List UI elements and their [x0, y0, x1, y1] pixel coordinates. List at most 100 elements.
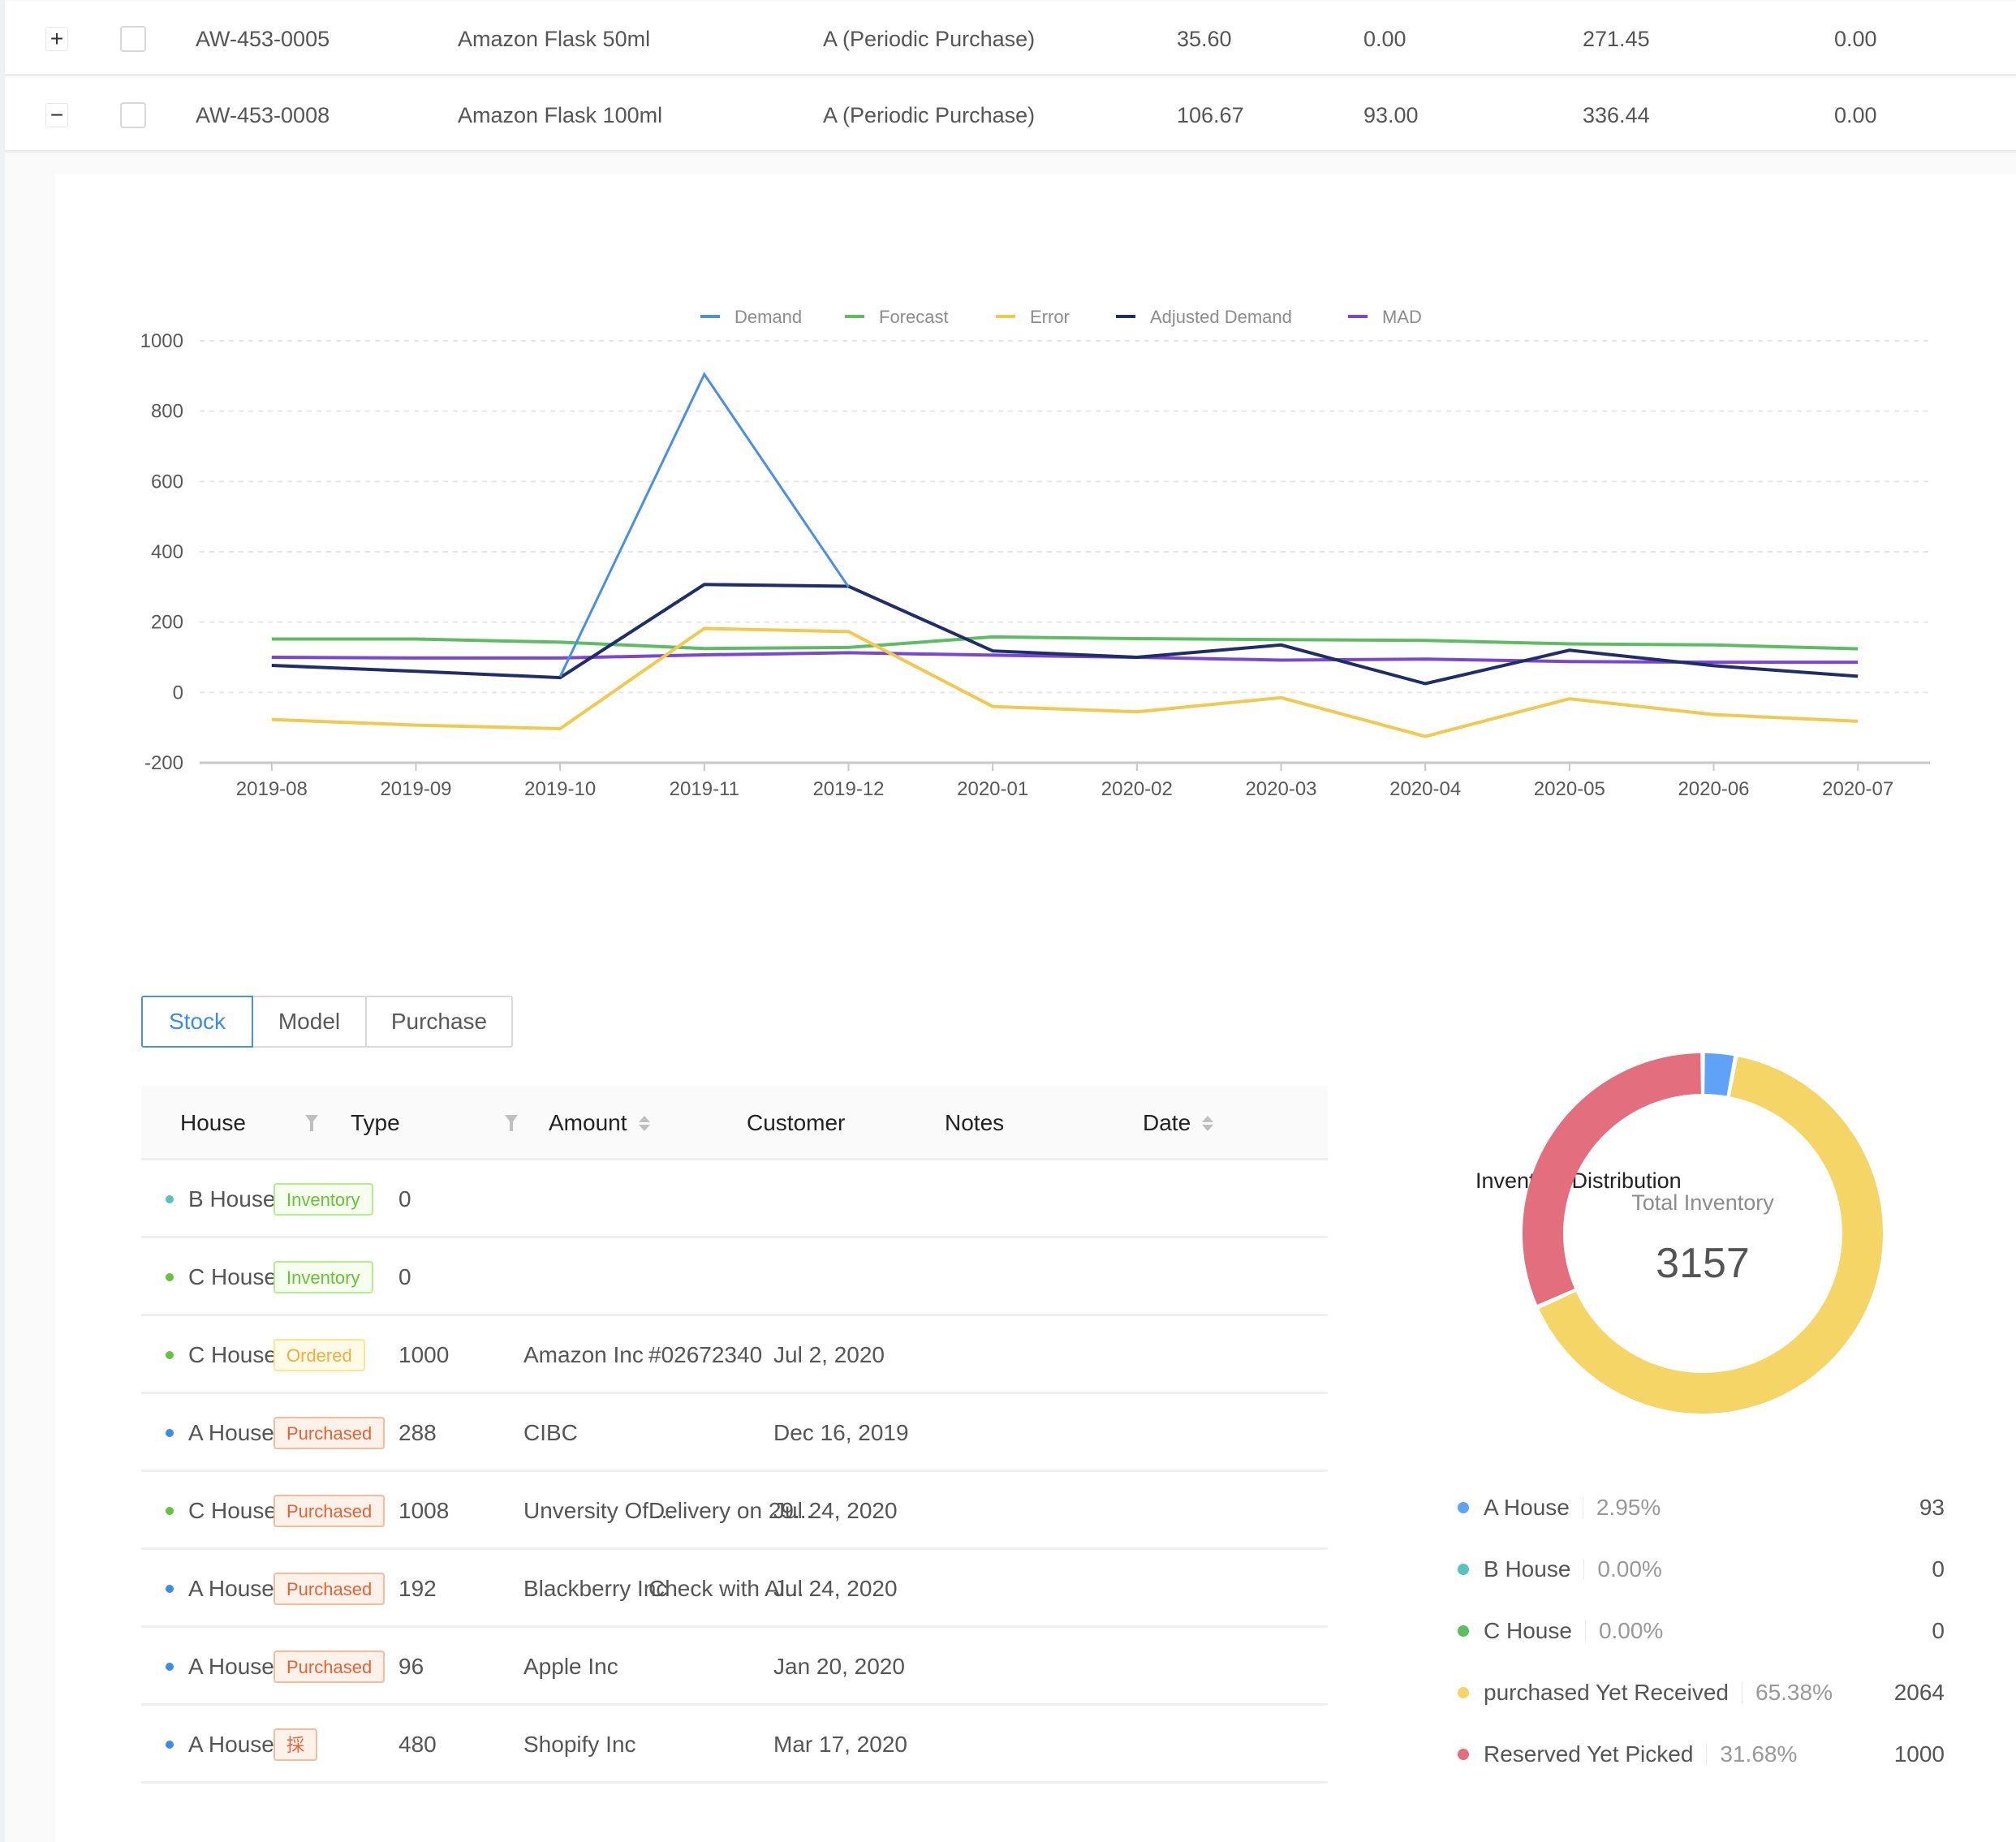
- cell-date: Jul 24, 2020: [773, 1576, 898, 1601]
- legend-value: 0: [1932, 1556, 1945, 1582]
- legend-item-mad[interactable]: MAD: [1348, 307, 1422, 327]
- legend-name: C House: [1484, 1618, 1572, 1643]
- cell-customer: Amazon Inc: [523, 1342, 644, 1367]
- cell-type: Ordered: [274, 1316, 365, 1394]
- x-tick-label: 2019-08: [236, 778, 308, 800]
- cell-house: C House: [166, 1238, 277, 1316]
- legend-name: purchased Yet Received: [1484, 1680, 1729, 1705]
- product-class: A (Periodic Purchase): [823, 102, 1036, 127]
- legend-swatch: [996, 315, 1015, 318]
- tab-purchase[interactable]: Purchase: [365, 996, 513, 1048]
- header-date[interactable]: Date: [1143, 1086, 1214, 1160]
- legend-swatch: [700, 315, 720, 318]
- value-2: 93.00: [1363, 102, 1419, 127]
- y-tick-label: 200: [151, 612, 183, 634]
- legend-item-demand[interactable]: Demand: [700, 307, 802, 327]
- product-row[interactable]: + AW-453-0005 Amazon Flask 50ml A (Perio…: [5, 2, 2016, 76]
- cell-type: Inventory: [274, 1160, 373, 1238]
- sort-icon[interactable]: [1202, 1115, 1214, 1131]
- cell-amount: 192: [398, 1576, 437, 1601]
- cell-house: A House: [166, 1394, 274, 1472]
- legend-item[interactable]: Reserved Yet Picked 31.68% 1000: [1458, 1724, 1945, 1785]
- cell-customer: CIBC: [523, 1420, 578, 1445]
- tab-model[interactable]: Model: [252, 996, 367, 1048]
- cell-type: Purchased: [274, 1550, 386, 1628]
- legend-item-adjusted-demand[interactable]: Adjusted Demand: [1116, 307, 1292, 327]
- legend-dot-icon: [1458, 1625, 1469, 1637]
- legend-item[interactable]: purchased Yet Received 65.38% 2064: [1458, 1662, 1945, 1724]
- legend-name: A House: [1484, 1495, 1570, 1520]
- product-class: A (Periodic Purchase): [823, 26, 1036, 51]
- header-amount[interactable]: Amount: [549, 1086, 650, 1160]
- legend-dot-icon: [1458, 1687, 1469, 1698]
- tab-stock[interactable]: Stock: [141, 996, 253, 1048]
- legend-percent: 31.68%: [1720, 1741, 1798, 1767]
- x-tick-label: 2019-12: [812, 778, 884, 800]
- legend-percent: 65.38%: [1755, 1680, 1833, 1705]
- cell-type: Inventory: [274, 1238, 373, 1316]
- series-line-forecast[interactable]: [271, 635, 1859, 651]
- row-checkbox[interactable]: [120, 26, 146, 52]
- house-dot-icon: [166, 1741, 174, 1749]
- row-checkbox[interactable]: [120, 102, 146, 128]
- x-tick-label: 2020-05: [1534, 778, 1605, 800]
- house-name: C House: [188, 1498, 277, 1523]
- type-tag: Purchased: [274, 1573, 386, 1605]
- sort-icon[interactable]: [638, 1115, 650, 1131]
- cell-house: A House: [166, 1706, 274, 1784]
- sku: AW-453-0008: [196, 102, 330, 127]
- series-line-adjusted-demand[interactable]: [271, 583, 1859, 686]
- y-tick-label: 800: [151, 401, 183, 423]
- table-row[interactable]: A House 採 480 Shopify Inc Mar 17, 2020: [141, 1706, 1328, 1784]
- y-tick-label: 400: [151, 541, 183, 563]
- value-1: 35.60: [1177, 26, 1232, 51]
- filter-icon: [505, 1115, 518, 1131]
- cell-amount: 1000: [398, 1342, 450, 1367]
- detail-tabs: Stock Model Purchase: [141, 996, 513, 1048]
- table-row[interactable]: C House Purchased 1008 Unversity Of ... …: [141, 1472, 1328, 1550]
- legend-item[interactable]: C House 0.00% 0: [1458, 1600, 1945, 1662]
- header-date-label: Date: [1143, 1110, 1191, 1135]
- donut-slice-a-house[interactable]: [1704, 1053, 1734, 1096]
- table-header: House Type Amount Customer Notes Date: [141, 1086, 1328, 1160]
- legend-divider: [1584, 1620, 1586, 1642]
- cell-date: Mar 17, 2020: [773, 1732, 907, 1757]
- legend-percent: 2.95%: [1596, 1495, 1661, 1520]
- legend-item[interactable]: A House 2.95% 93: [1458, 1477, 1945, 1539]
- expand-row-button[interactable]: +: [45, 27, 68, 51]
- house-filter-button[interactable]: [305, 1086, 318, 1160]
- x-tick-label: 2020-07: [1822, 778, 1893, 800]
- cell-date: Jan 20, 2020: [773, 1654, 905, 1679]
- table-row[interactable]: C House Inventory 0: [141, 1238, 1328, 1316]
- value-4: 0.00: [1834, 26, 1877, 51]
- product-name: Amazon Flask 100ml: [458, 102, 663, 127]
- legend-item-error[interactable]: Error: [996, 307, 1070, 327]
- table-row[interactable]: B House Inventory 0: [141, 1160, 1328, 1238]
- header-type: Type: [351, 1110, 400, 1135]
- y-tick-label: 600: [151, 471, 183, 493]
- page: + AW-453-0005 Amazon Flask 50ml A (Perio…: [5, 0, 2016, 1842]
- cell-type: Purchased: [274, 1472, 386, 1550]
- collapse-row-button[interactable]: −: [45, 103, 68, 127]
- product-row[interactable]: − AW-453-0008 Amazon Flask 100ml A (Peri…: [5, 78, 2016, 153]
- table-row[interactable]: A House Purchased 288 CIBC Dec 16, 2019: [141, 1394, 1328, 1472]
- demand-line-chart: 1000 800 600 400 200 0 -200 2019-08 2019-09 2019…: [140, 307, 1930, 800]
- table-row[interactable]: A House Purchased 96 Apple Inc Jan 20, 2…: [141, 1628, 1328, 1706]
- table-row[interactable]: C House Ordered 1000 Amazon Inc #0267234…: [141, 1316, 1328, 1394]
- house-dot-icon: [166, 1273, 174, 1281]
- y-tick-label: 0: [173, 682, 183, 704]
- house-name: A House: [188, 1732, 274, 1757]
- legend-dot-icon: [1458, 1564, 1469, 1575]
- legend-item[interactable]: B House 0.00% 0: [1458, 1539, 1945, 1600]
- type-filter-button[interactable]: [505, 1086, 518, 1160]
- legend-swatch: [1116, 315, 1135, 318]
- cell-house: A House: [166, 1550, 274, 1628]
- table-row[interactable]: A House Purchased 192 Blackberry Inc Che…: [141, 1550, 1328, 1628]
- type-tag: Inventory: [274, 1261, 373, 1293]
- legend-value: 2064: [1893, 1680, 1945, 1705]
- legend-item-forecast[interactable]: Forecast: [845, 307, 949, 327]
- donut-center-label: Total Inventory: [1631, 1190, 1774, 1215]
- house-name: B House: [188, 1186, 276, 1212]
- cell-amount: 288: [398, 1420, 437, 1445]
- cell-date: Dec 16, 2019: [773, 1420, 909, 1445]
